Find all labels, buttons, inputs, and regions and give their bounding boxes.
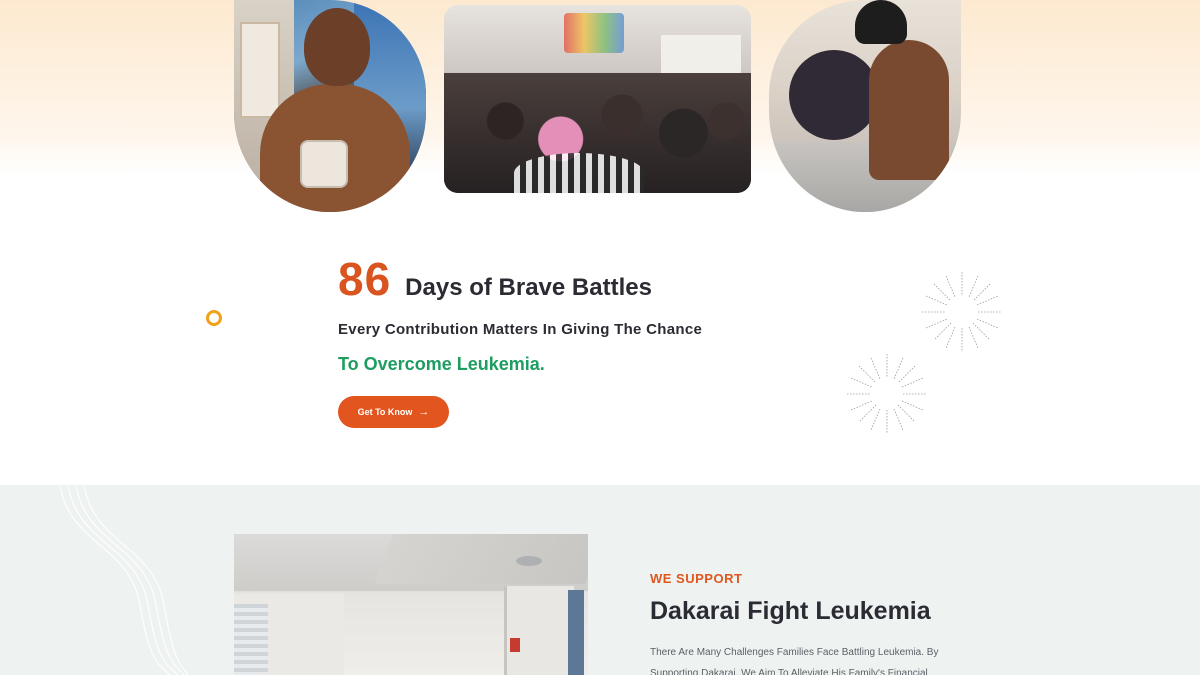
hero-section: 86 Days of Brave Battles Every Contribut… — [0, 0, 1200, 485]
get-to-know-button[interactable]: Get To Know → — [338, 396, 449, 428]
support-eyebrow: WE SUPPORT — [650, 571, 743, 586]
days-stat: 86 Days of Brave Battles — [338, 252, 652, 305]
support-body: There Are Many Challenges Families Face … — [650, 647, 939, 675]
hero-photo-middle — [444, 5, 751, 193]
days-label: Days of Brave Battles — [405, 274, 652, 301]
support-title: Dakarai Fight Leukemia — [650, 597, 931, 625]
hero-photo-left — [234, 0, 426, 212]
ring-decoration-icon — [206, 310, 222, 326]
support-photo — [234, 534, 588, 675]
hero-highlight: To Overcome Leukemia. — [338, 354, 545, 374]
page: 86 Days of Brave Battles Every Contribut… — [0, 0, 1200, 675]
days-count: 86 — [338, 253, 392, 305]
get-to-know-label: Get To Know — [357, 407, 413, 417]
swirl-decoration-icon — [59, 485, 188, 675]
hero-photo-right — [769, 0, 961, 212]
sunburst-decoration-icon — [847, 354, 927, 434]
arrow-right-icon: → — [418, 405, 430, 418]
sunburst-decoration-icon — [922, 272, 1002, 352]
hero-subline: Every Contribution Matters In Giving The… — [338, 321, 703, 338]
